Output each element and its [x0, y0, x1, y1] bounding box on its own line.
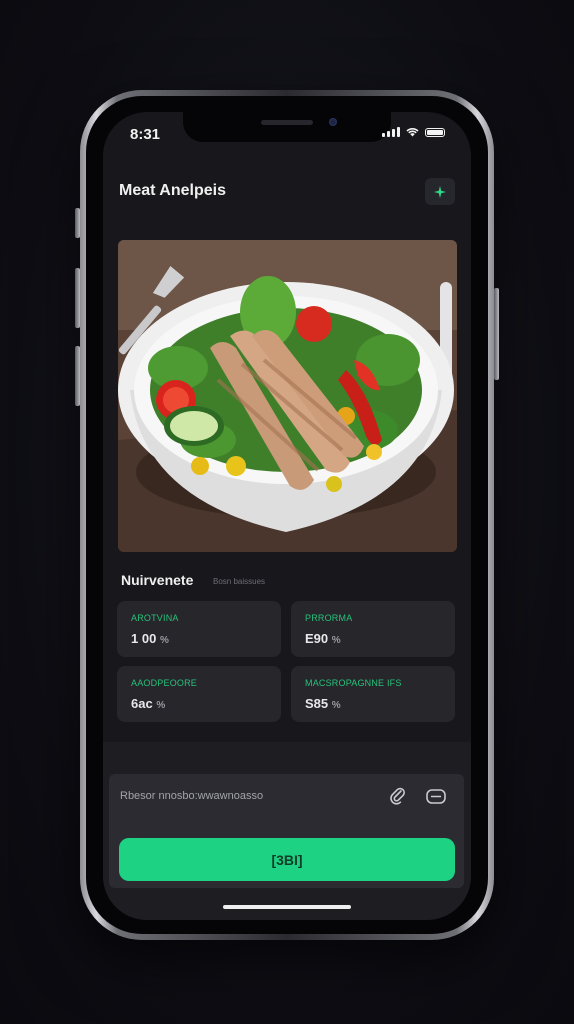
- nutrients-subtitle: Bosn baissues: [213, 577, 266, 586]
- power-button: [494, 288, 499, 380]
- sparkle-icon[interactable]: [425, 178, 455, 205]
- nutrients-title: Nuirvenete: [121, 572, 194, 588]
- nutrient-card-2[interactable]: PRRORMA E90 %: [291, 601, 455, 657]
- notch: [183, 112, 391, 142]
- cellular-signal-icon: [382, 127, 400, 137]
- nutrient-value: S85 %: [305, 696, 341, 711]
- analyze-button[interactable]: [3BI]: [119, 838, 455, 881]
- nutrient-label: MACSROPAGNNE IFS: [305, 678, 402, 688]
- battery-icon: [425, 128, 445, 137]
- nutrient-value: 6ac %: [131, 696, 166, 711]
- front-camera: [329, 118, 337, 126]
- nutrient-card-1[interactable]: AROTVINA 1 00 %: [117, 601, 281, 657]
- meal-photo: [118, 240, 457, 552]
- wifi-icon: [406, 128, 419, 137]
- nutrient-label: PRRORMA: [305, 613, 353, 623]
- nutrient-label: AAODPEOORE: [131, 678, 198, 688]
- nutrient-value: E90 %: [305, 631, 341, 646]
- paperclip-icon[interactable]: [386, 784, 410, 808]
- status-icons: [382, 127, 445, 137]
- nutrient-unit: %: [331, 700, 341, 711]
- volume-down-button: [75, 346, 80, 406]
- nutrient-unit: %: [331, 635, 341, 646]
- camera-icon[interactable]: [424, 784, 448, 808]
- nutrient-card-4[interactable]: MACSROPAGNNE IFS S85 %: [291, 666, 455, 722]
- nutrient-label: AROTVINA: [131, 613, 179, 623]
- home-indicator: [223, 905, 351, 909]
- message-input[interactable]: Rbesor nnosbo:wwawnoasso: [120, 790, 263, 802]
- app-screen: 8:31 Meat Anelpeis Nuirvenete Bosn baiss…: [103, 112, 471, 920]
- nutrient-card-3[interactable]: AAODPEOORE 6ac %: [117, 666, 281, 722]
- nutrient-value: 1 00 %: [131, 631, 169, 646]
- nutrient-unit: %: [159, 635, 169, 646]
- status-time: 8:31: [130, 126, 161, 143]
- page-title: Meat Anelpeis: [119, 182, 226, 199]
- earpiece-speaker: [261, 120, 313, 125]
- volume-up-button: [75, 268, 80, 328]
- silent-switch: [75, 208, 80, 238]
- nutrient-unit: %: [156, 700, 166, 711]
